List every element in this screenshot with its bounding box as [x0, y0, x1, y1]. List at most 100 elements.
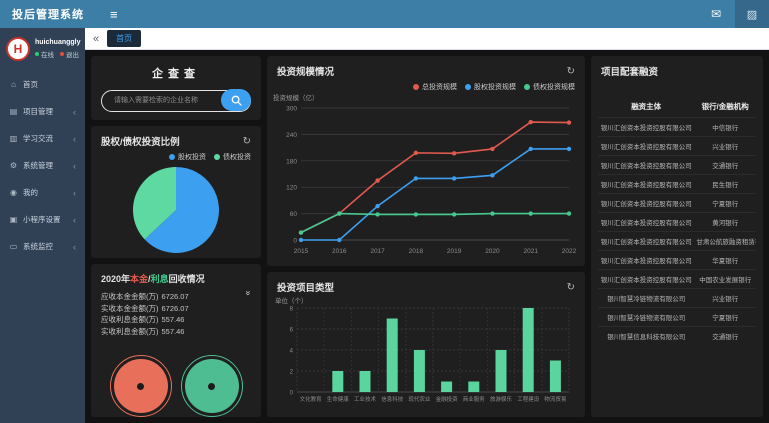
cell-company: 银川智慧冷链物流有限公司 — [598, 308, 694, 327]
table-row: 银川智慧信息科技有限公司交通银行 — [598, 327, 756, 346]
table-header: 融资主体 — [598, 96, 694, 118]
legend-dot-icon — [169, 154, 175, 160]
logout-link[interactable]: 退出 — [66, 49, 79, 59]
stat-line: 实收利息金额(万)557.46 — [101, 326, 251, 338]
online-dot-icon — [35, 52, 39, 56]
search-icon — [231, 95, 242, 106]
cell-bank: 兴业银行 — [694, 289, 756, 308]
legend-dot-icon — [465, 84, 471, 90]
svg-text:现代农业: 现代农业 — [408, 395, 431, 403]
svg-text:120: 120 — [286, 185, 297, 192]
table-row: 银川汇创资本投资控股有限公司交通银行 — [598, 156, 756, 175]
sidebar-item-study-exchange[interactable]: ▥学习交流‹ — [0, 125, 85, 152]
avatar[interactable]: ▨ — [735, 0, 769, 28]
svg-text:文化教育: 文化教育 — [300, 395, 323, 403]
legend-item[interactable]: 债权投资 — [214, 152, 251, 162]
svg-text:2017: 2017 — [370, 248, 385, 255]
system-mgmt-icon: ⚙ — [9, 161, 18, 170]
legend-item[interactable]: 股权投资规模 — [465, 82, 516, 92]
panel-investment-ratio: 股权/债权投资比例 ↻ 股权投资债权投资 — [91, 126, 261, 258]
svg-text:8: 8 — [290, 307, 294, 313]
cell-bank: 中国农业发展银行 — [694, 270, 756, 289]
svg-text:2018: 2018 — [409, 248, 424, 255]
sidebar-item-mine[interactable]: ◉我的‹ — [0, 179, 85, 206]
chevron-left-icon: ‹ — [73, 242, 76, 252]
bar-chart: 02468文化教育生命健康工业技术信息科技现代农业金融投资商业服务旅游娱乐工程建… — [267, 296, 585, 417]
sidebar-item-system-monitor[interactable]: ▭系统监控‹ — [0, 233, 85, 260]
recovery-title-suffix: 回收情况 — [169, 274, 205, 284]
legend-item[interactable]: 总投资规模 — [413, 82, 457, 92]
recovery-title-interest: 利息 — [151, 274, 169, 284]
legend-dot-icon — [413, 84, 419, 90]
line-legend: 总投资规模 股权投资规模 债权投资规模 — [267, 80, 585, 92]
table-header: 银行/金融机构 — [694, 96, 756, 118]
cell-bank: 交通银行 — [694, 156, 756, 175]
company-search — [101, 89, 251, 111]
sidebar-menu: ⌂首页▤项目管理‹▥学习交流‹⚙系统管理‹◉我的‹▣小程序设置‹▭系统监控‹ — [0, 71, 85, 260]
miniapp-settings-icon: ▣ — [9, 215, 18, 224]
company-logo: H — [6, 37, 30, 61]
table-row: 银川汇创资本投资控股有限公司黄河银行 — [598, 213, 756, 232]
svg-text:2022: 2022 — [562, 248, 577, 255]
table-row: 银川汇创资本投资控股有限公司民生银行 — [598, 175, 756, 194]
svg-text:单位（个）: 单位（个） — [275, 296, 308, 305]
legend-label: 总投资规模 — [422, 82, 457, 92]
recovery-title: 2020年本金/利息回收情况 — [101, 272, 251, 285]
cell-bank: 黄河银行 — [694, 213, 756, 232]
stat-label: 应收本金金额(万) — [101, 292, 159, 301]
stat-value: 557.46 — [162, 315, 185, 324]
interest-gauge-dot — [208, 383, 215, 390]
svg-text:2019: 2019 — [447, 248, 462, 255]
svg-text:旅游娱乐: 旅游娱乐 — [490, 395, 513, 403]
principal-gauge-fill — [114, 359, 168, 413]
mine-icon: ◉ — [9, 188, 18, 197]
cell-bank: 宁夏银行 — [694, 308, 756, 327]
top-navbar: 投后管理系统 ≡ ✉ ▨ — [0, 0, 769, 28]
table-row: 银川智慧冷链物流有限公司兴业银行 — [598, 289, 756, 308]
refresh-icon[interactable]: ↻ — [243, 136, 251, 147]
legend-label: 债权投资规模 — [533, 82, 575, 92]
sidebar-item-project-mgmt[interactable]: ▤项目管理‹ — [0, 98, 85, 125]
expand-icon[interactable]: » — [243, 290, 253, 295]
search-button[interactable] — [221, 89, 251, 111]
interest-gauge — [181, 355, 243, 417]
collapse-sidebar-icon[interactable]: « — [93, 33, 99, 45]
recovery-stats: 应收本金金额(万)6726.07实收本金金额(万)6726.07应收利息金额(万… — [101, 291, 251, 337]
table-row: 银川智慧冷链物流有限公司宁夏银行 — [598, 308, 756, 327]
tab-home[interactable]: 首页 — [107, 30, 141, 47]
qichacha-title: 企查查 — [91, 65, 261, 81]
cell-bank: 中信银行 — [694, 118, 756, 137]
principal-gauge-dot — [137, 383, 144, 390]
sidebar-item-home[interactable]: ⌂首页 — [0, 71, 85, 98]
panel-title: 投资规模情况 — [277, 64, 334, 78]
recovery-title-year: 2020年 — [101, 274, 130, 284]
panel-investment-scale: 投资规模情况 ↻ 总投资规模股权投资规模债权投资规模 0601201802403… — [267, 56, 585, 266]
interest-gauge-fill — [185, 359, 239, 413]
sidebar-item-label: 我的 — [23, 187, 38, 198]
legend-item[interactable]: 债权投资规模 — [524, 82, 575, 92]
cell-company: 银川汇创资本投资控股有限公司 — [598, 194, 694, 213]
mail-icon[interactable]: ✉ — [711, 7, 721, 21]
svg-text:商业服务: 商业服务 — [463, 395, 486, 403]
legend-label: 股权投资规模 — [474, 82, 516, 92]
svg-text:金融投资: 金融投资 — [436, 395, 459, 403]
cell-company: 银川汇创资本投资控股有限公司 — [598, 251, 694, 270]
stat-label: 应收利息金额(万) — [101, 315, 159, 324]
cell-company: 银川智慧信息科技有限公司 — [598, 327, 694, 346]
sidebar-item-miniapp-settings[interactable]: ▣小程序设置‹ — [0, 206, 85, 233]
legend-item[interactable]: 股权投资 — [169, 152, 206, 162]
refresh-icon[interactable]: ↻ — [567, 282, 575, 293]
panel-recovery: 2020年本金/利息回收情况 » 应收本金金额(万)6726.07实收本金金额(… — [91, 264, 261, 417]
panel-project-type: 投资项目类型 ↻ 02468文化教育生命健康工业技术信息科技现代农业金融投资商业… — [267, 272, 585, 417]
svg-text:6: 6 — [290, 328, 294, 334]
dashboard: 企查查 股权/债权投资比例 ↻ — [85, 50, 769, 423]
sidebar-item-system-mgmt[interactable]: ⚙系统管理‹ — [0, 152, 85, 179]
table-row: 银川汇创资本投资控股有限公司华夏银行 — [598, 251, 756, 270]
refresh-icon[interactable]: ↻ — [567, 66, 575, 77]
hamburger-icon[interactable]: ≡ — [110, 7, 118, 22]
cell-company: 银川汇创资本投资控股有限公司 — [598, 118, 694, 137]
cell-company: 银川汇创资本投资控股有限公司 — [598, 270, 694, 289]
svg-text:2020: 2020 — [485, 248, 500, 255]
sidebar-item-label: 系统管理 — [23, 160, 53, 171]
svg-text:投资规模（亿）: 投资规模（亿） — [273, 93, 319, 102]
